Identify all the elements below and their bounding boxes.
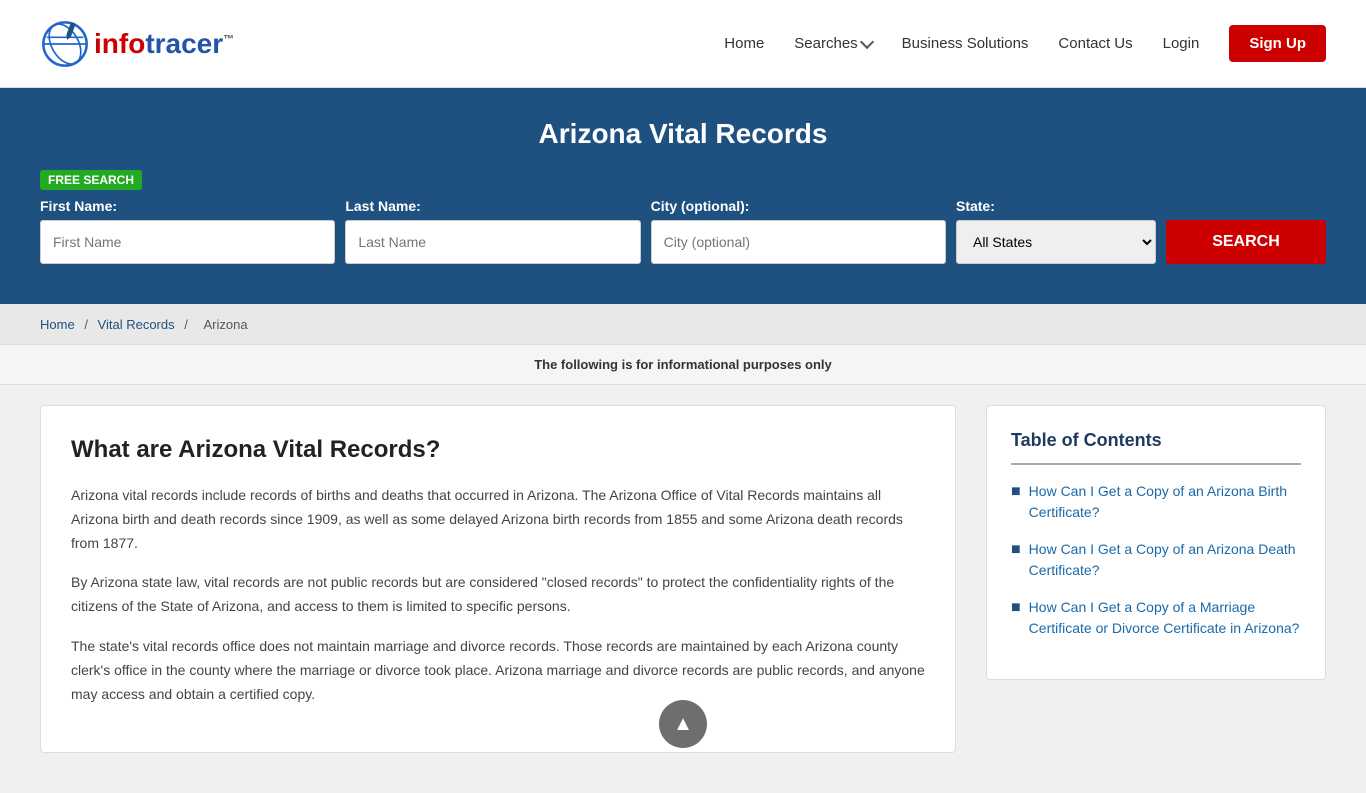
state-field: State: All StatesAlabamaAlaskaArizonaArk…	[956, 198, 1156, 264]
last-name-label: Last Name:	[345, 198, 640, 214]
toc-item: ■ How Can I Get a Copy of a Marriage Cer…	[1011, 597, 1301, 639]
breadcrumb-vital-records[interactable]: Vital Records	[98, 317, 175, 332]
toc-list: ■ How Can I Get a Copy of an Arizona Bir…	[1011, 481, 1301, 639]
page-title: Arizona Vital Records	[40, 118, 1326, 150]
toc-title: Table of Contents	[1011, 430, 1301, 465]
breadcrumb-sep-1: /	[84, 317, 91, 332]
logo-icon	[40, 19, 90, 69]
last-name-input[interactable]	[345, 220, 640, 264]
logo[interactable]: infotracer™	[40, 19, 234, 69]
logo-tracer-text: tracer	[145, 28, 223, 59]
state-select[interactable]: All StatesAlabamaAlaskaArizonaArkansasCa…	[956, 220, 1156, 264]
breadcrumb-bar: Home / Vital Records / Arizona	[0, 304, 1366, 345]
site-header: infotracer™ Home Searches Business Solut…	[0, 0, 1366, 88]
main-nav: Home Searches Business Solutions Contact…	[724, 25, 1326, 62]
hero-section: Arizona Vital Records FREE SEARCH First …	[0, 88, 1366, 304]
toc-link-1[interactable]: How Can I Get a Copy of an Arizona Death…	[1029, 539, 1301, 581]
scroll-top-button[interactable]: ▲	[659, 700, 707, 748]
breadcrumb-home[interactable]: Home	[40, 317, 75, 332]
toc-bullet-icon: ■	[1011, 599, 1021, 617]
searches-chevron-icon	[860, 34, 874, 48]
nav-contact-us[interactable]: Contact Us	[1058, 35, 1132, 52]
nav-home[interactable]: Home	[724, 35, 764, 52]
city-field: City (optional):	[651, 198, 946, 264]
toc-item: ■ How Can I Get a Copy of an Arizona Bir…	[1011, 481, 1301, 523]
breadcrumb-current: Arizona	[203, 317, 247, 332]
content-para-2: By Arizona state law, vital records are …	[71, 571, 925, 619]
content-para-3: The state's vital records office does no…	[71, 635, 925, 706]
first-name-label: First Name:	[40, 198, 335, 214]
state-label: State:	[956, 198, 1156, 214]
nav-searches[interactable]: Searches	[794, 35, 871, 52]
city-input[interactable]	[651, 220, 946, 264]
article-title: What are Arizona Vital Records?	[71, 436, 925, 464]
search-button[interactable]: SEARCH	[1166, 220, 1326, 264]
table-of-contents: Table of Contents ■ How Can I Get a Copy…	[986, 405, 1326, 680]
signup-button[interactable]: Sign Up	[1229, 25, 1326, 62]
logo-tm: ™	[223, 33, 234, 45]
info-bar: The following is for informational purpo…	[0, 345, 1366, 385]
logo-info-text: info	[94, 28, 145, 59]
article: What are Arizona Vital Records? Arizona …	[40, 405, 956, 753]
city-label: City (optional):	[651, 198, 946, 214]
last-name-field: Last Name:	[345, 198, 640, 264]
free-search-badge: FREE SEARCH	[40, 170, 142, 190]
first-name-field: First Name:	[40, 198, 335, 264]
login-button[interactable]: Login	[1163, 35, 1200, 52]
breadcrumb: Home / Vital Records / Arizona	[40, 317, 254, 332]
toc-item: ■ How Can I Get a Copy of an Arizona Dea…	[1011, 539, 1301, 581]
toc-link-2[interactable]: How Can I Get a Copy of a Marriage Certi…	[1029, 597, 1301, 639]
breadcrumb-sep-2: /	[184, 317, 191, 332]
nav-searches-link[interactable]: Searches	[794, 35, 857, 52]
search-form: First Name: Last Name: City (optional): …	[40, 198, 1326, 264]
toc-link-0[interactable]: How Can I Get a Copy of an Arizona Birth…	[1029, 481, 1301, 523]
nav-business-solutions[interactable]: Business Solutions	[902, 35, 1029, 52]
toc-bullet-icon: ■	[1011, 483, 1021, 501]
toc-bullet-icon: ■	[1011, 541, 1021, 559]
first-name-input[interactable]	[40, 220, 335, 264]
content-para-1: Arizona vital records include records of…	[71, 484, 925, 555]
sidebar: Table of Contents ■ How Can I Get a Copy…	[986, 405, 1326, 753]
